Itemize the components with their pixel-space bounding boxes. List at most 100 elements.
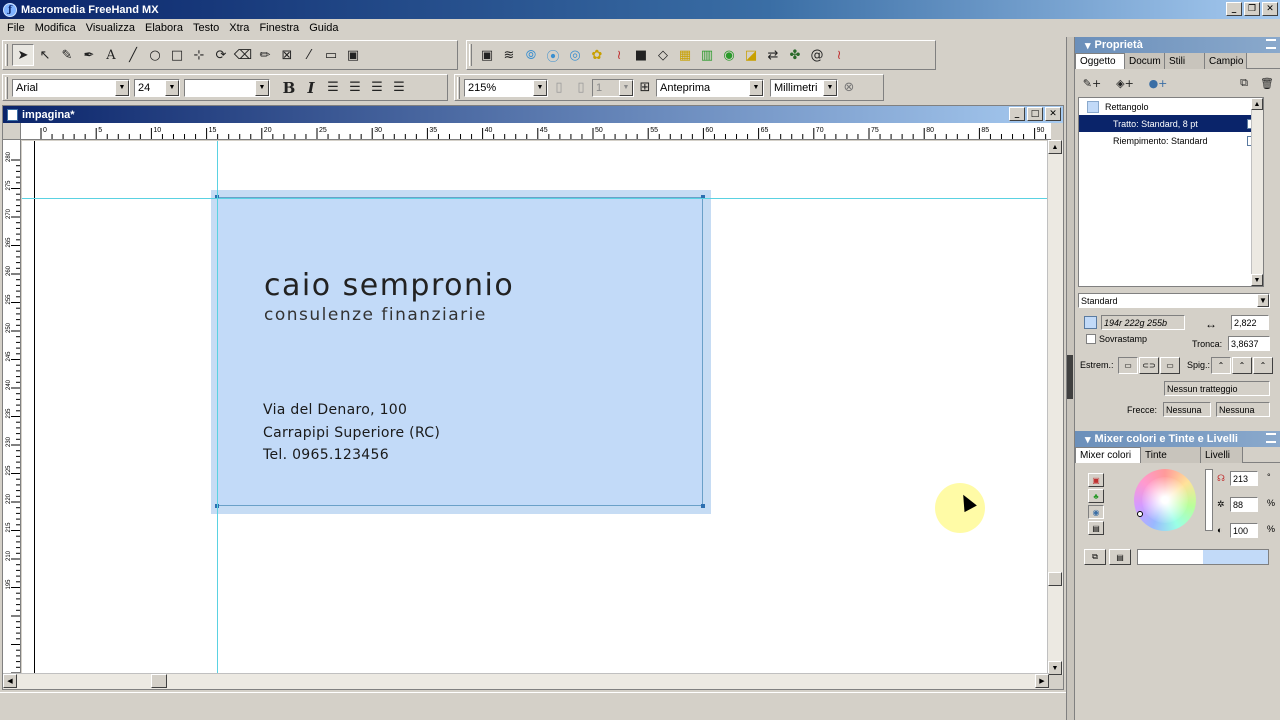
butt-cap-icon[interactable]: ▭ xyxy=(1118,357,1138,374)
next-page-icon[interactable]: ▯ xyxy=(570,77,592,99)
zoom-select[interactable]: 215% ▼ xyxy=(464,78,548,97)
circle-link-icon[interactable]: ◉ xyxy=(718,44,740,66)
rotate-tool-icon[interactable]: ⟳ xyxy=(210,44,232,66)
subselect-tool-icon[interactable]: ↖ xyxy=(34,44,56,66)
hls-mode-icon[interactable]: ◉ xyxy=(1088,505,1104,519)
stroke-color-swatch[interactable] xyxy=(1084,316,1097,329)
menu-finestra[interactable]: Finestra xyxy=(254,22,304,34)
prev-page-icon[interactable]: ▯ xyxy=(548,77,570,99)
round-join-icon[interactable]: ⌃ xyxy=(1232,357,1252,374)
extrude-icon[interactable]: ▣ xyxy=(476,44,498,66)
blend-icon[interactable]: ⦾ xyxy=(520,44,542,66)
roughen-icon[interactable]: ≀ xyxy=(608,44,630,66)
tab-oggetto[interactable]: Oggetto xyxy=(1075,53,1125,69)
scroll-down-button[interactable]: ▼ xyxy=(1048,661,1062,675)
scroll-up-button[interactable]: ▲ xyxy=(1048,140,1062,154)
arrow-end-select[interactable]: Nessuna xyxy=(1216,402,1270,417)
duplicate-attribute-icon[interactable]: ⧉ xyxy=(1234,74,1254,92)
stroke-color-icon[interactable]: ▭ xyxy=(320,44,342,66)
italic-button[interactable]: I xyxy=(300,77,322,99)
tab-livelli[interactable]: Livelli xyxy=(1201,447,1243,463)
symbols-icon[interactable]: ✤ xyxy=(784,44,806,66)
text-tool-icon[interactable]: A xyxy=(100,44,122,66)
delete-attribute-icon[interactable]: 🗑 xyxy=(1257,74,1277,92)
envelope-icon[interactable]: ≋ xyxy=(498,44,520,66)
warp-icon[interactable]: ≀ xyxy=(828,44,850,66)
fractalize-icon[interactable]: ✿ xyxy=(586,44,608,66)
ellipse-tool-icon[interactable]: ○ xyxy=(144,44,166,66)
page-select[interactable]: 1 ▼ xyxy=(592,78,634,97)
card-subtitle-text[interactable]: consulenze finanziarie xyxy=(264,305,487,325)
square-cap-icon[interactable]: ▭ xyxy=(1160,357,1180,374)
overprint-checkbox[interactable] xyxy=(1086,334,1096,344)
vertical-ruler[interactable]: 280 275 270 265 260 255 250 245 240 235 230 225 220 2… xyxy=(3,140,21,675)
tab-campio[interactable]: Campio xyxy=(1205,53,1247,69)
cmyk-mode-icon[interactable]: ▣ xyxy=(1088,473,1104,487)
note-icon[interactable]: ◪ xyxy=(740,44,762,66)
add-tint-icon[interactable]: ▤ xyxy=(1109,549,1131,565)
minimize-button[interactable]: _ xyxy=(1226,2,1242,16)
menu-xtra[interactable]: Xtra xyxy=(224,22,254,34)
vertical-scroll-thumb[interactable] xyxy=(1048,572,1062,586)
align-justify-icon[interactable]: ☰ xyxy=(388,77,410,99)
units-select[interactable]: Millimetri ▼ xyxy=(770,78,838,97)
rectangle-tool-icon[interactable]: □ xyxy=(166,44,188,66)
stroke-style-select[interactable]: Standard xyxy=(1078,293,1270,308)
knife-tool-icon[interactable]: ⁄ xyxy=(298,44,320,66)
vertical-guide[interactable] xyxy=(217,141,218,675)
arrow-start-select[interactable]: Nessuna xyxy=(1163,402,1211,417)
snap-icon[interactable]: ⊗ xyxy=(838,77,860,99)
brightness-field[interactable]: 100 xyxy=(1230,523,1258,538)
font-select[interactable]: Arial ▼ xyxy=(12,78,130,97)
color-wheel[interactable] xyxy=(1134,469,1196,531)
doc-close-button[interactable]: ✕ xyxy=(1045,107,1061,121)
menu-visualizza[interactable]: Visualizza xyxy=(81,22,140,34)
business-card-rectangle[interactable]: caio sempronio consulenze finanziarie Vi… xyxy=(215,195,705,508)
scroll-left-button[interactable]: ◀ xyxy=(3,674,17,688)
horizontal-scrollbar[interactable]: ◀ ▶ xyxy=(3,673,1049,689)
system-color-icon[interactable]: ▤ xyxy=(1088,521,1104,535)
doc-minimize-button[interactable]: _ xyxy=(1009,107,1025,121)
preview-mode-select[interactable]: Anteprima ▼ xyxy=(656,78,764,97)
chevron-down-icon[interactable]: ▼ xyxy=(1257,294,1269,307)
menu-guida[interactable]: Guida xyxy=(304,22,343,34)
graphic-icon[interactable]: ▥ xyxy=(696,44,718,66)
diamond-icon[interactable]: ◇ xyxy=(652,44,674,66)
bevel-join-icon[interactable]: ⌃ xyxy=(1253,357,1273,374)
pencil-tool-icon[interactable]: ✏ xyxy=(254,44,276,66)
add-fill-icon[interactable]: ◈+ xyxy=(1110,74,1140,92)
tree-item-rectangle[interactable]: Rettangolo xyxy=(1079,98,1263,115)
intersect-icon[interactable]: ⦿ xyxy=(542,44,564,66)
card-phone-line[interactable]: Tel. 0965.123456 xyxy=(263,447,389,463)
tree-scroll-up[interactable]: ▲ xyxy=(1251,98,1263,110)
tree-scrollbar[interactable]: ▲ ▼ xyxy=(1251,98,1263,286)
align-right-icon[interactable]: ☰ xyxy=(366,77,388,99)
round-cap-icon[interactable]: ⊂⊃ xyxy=(1139,357,1159,374)
pen-tool-icon[interactable]: ✒ xyxy=(78,44,100,66)
tab-mixer-colori[interactable]: Mixer colori xyxy=(1075,447,1141,463)
vertical-scrollbar[interactable]: ▲ ▼ xyxy=(1047,140,1063,675)
align-center-icon[interactable]: ☰ xyxy=(344,77,366,99)
union-icon[interactable]: ◎ xyxy=(564,44,586,66)
add-to-swatches-icon[interactable]: ⧉ xyxy=(1084,549,1106,565)
line-tool-icon[interactable]: ╱ xyxy=(122,44,144,66)
horizontal-ruler[interactable]: 0 5 10 15 20 25 30 35 40 45 50 55 60 65 70 75 80 85 90 xyxy=(21,123,1051,140)
horizontal-scroll-thumb[interactable] xyxy=(151,674,167,688)
scale-tool-icon[interactable]: ⊹ xyxy=(188,44,210,66)
rgb-mode-icon[interactable]: ♣ xyxy=(1088,489,1104,503)
eyedropper-tool-icon[interactable]: ✎ xyxy=(56,44,78,66)
mixer-panel-header[interactable]: ▾ Mixer colori e Tinte e Livelli xyxy=(1075,431,1280,447)
square-icon[interactable]: ■ xyxy=(630,44,652,66)
close-button[interactable]: ✕ xyxy=(1262,2,1278,16)
selection-handle[interactable] xyxy=(701,504,705,508)
drawing-canvas[interactable]: caio sempronio consulenze finanziarie Vi… xyxy=(22,141,1049,675)
saturation-field[interactable]: 88 xyxy=(1230,497,1258,512)
hue-field[interactable]: 213 xyxy=(1230,471,1258,486)
horizontal-guide[interactable] xyxy=(22,198,1049,199)
tree-item-stroke[interactable]: Tratto: Standard, 8 pt xyxy=(1079,115,1263,132)
stroke-color-select[interactable]: 194r 222g 255b xyxy=(1101,315,1185,330)
card-address-line-2[interactable]: Carrapipi Superiore (RC) xyxy=(263,425,440,441)
menu-file[interactable]: File xyxy=(2,22,30,34)
spiral-icon[interactable]: @ xyxy=(806,44,828,66)
align-left-icon[interactable]: ☰ xyxy=(322,77,344,99)
